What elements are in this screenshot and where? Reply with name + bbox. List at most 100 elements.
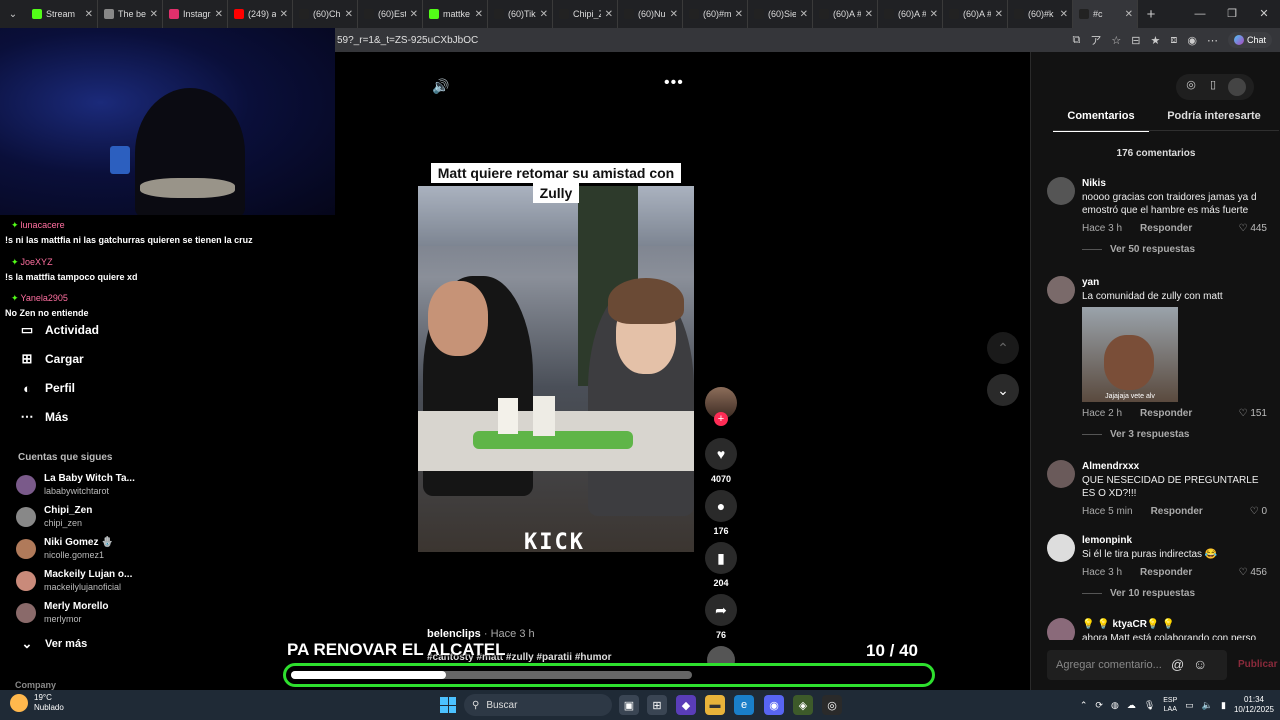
previous-video-button[interactable]: ⌃	[987, 332, 1019, 364]
tab-close-icon[interactable]: ✕	[1125, 9, 1133, 20]
tab-close-icon[interactable]: ✕	[930, 9, 938, 20]
tab-close-icon[interactable]: ✕	[800, 9, 808, 20]
tab-close-icon[interactable]: ✕	[475, 9, 483, 20]
follow-plus-icon[interactable]: +	[714, 412, 728, 426]
video-frame[interactable]	[418, 186, 694, 552]
minimize-icon[interactable]: —	[1184, 0, 1216, 28]
tab-close-icon[interactable]: ✕	[865, 9, 873, 20]
keyboard-language[interactable]: ESP LAA	[1163, 696, 1177, 714]
commenter-name[interactable]: 💡 💡 ktyaCR💡 💡	[1082, 618, 1267, 632]
browser-tab[interactable]: mattke ✕	[423, 0, 488, 28]
author-name[interactable]: belenclips	[427, 628, 481, 640]
browser-tab[interactable]: (249) a ✕	[228, 0, 293, 28]
sync-icon[interactable]: ⟳	[1095, 700, 1103, 711]
file-explorer-icon[interactable]: ▬	[705, 695, 725, 715]
split-screen-icon[interactable]: ⊟	[1131, 34, 1140, 47]
translate-icon[interactable]: ア	[1090, 32, 1101, 48]
clock[interactable]: 01:34 10/12/2025	[1234, 695, 1274, 715]
reply-button[interactable]: Responder	[1140, 567, 1192, 578]
commenter-name[interactable]: Nikis	[1082, 177, 1267, 191]
browser-tab[interactable]: (60)Tik ✕	[488, 0, 553, 28]
tab-close-icon[interactable]: ✕	[735, 9, 743, 20]
browser-tab[interactable]: (60)A # ✕	[943, 0, 1008, 28]
next-video-button[interactable]: ⌄	[987, 374, 1019, 406]
comment-like-button[interactable]: ♡ 0	[1250, 506, 1267, 517]
weather-widget[interactable]: 19°C Nublado	[10, 693, 64, 713]
collections-icon[interactable]: ⧈	[1170, 34, 1177, 47]
commenter-name[interactable]: yan	[1082, 276, 1267, 290]
comment-like-button[interactable]: ♡ 151	[1239, 408, 1267, 419]
copilot-chat-button[interactable]: Chat	[1227, 31, 1272, 49]
sidebar-item-more[interactable]: ⋯ Más	[18, 408, 69, 426]
browser-tab[interactable]: Instagra ✕	[163, 0, 228, 28]
favorites-icon[interactable]: ★	[1151, 34, 1161, 47]
cloud-icon[interactable]: ☁	[1127, 700, 1136, 711]
microphone-icon[interactable]: 🎙	[1144, 700, 1155, 711]
edge-tray-icon[interactable]: ◍	[1111, 700, 1119, 711]
tab-suggested[interactable]: Podría interesarte	[1149, 110, 1279, 132]
following-item[interactable]: Niki Gomez 🪬 nicolle.gomez1	[16, 537, 114, 561]
edge-browser-icon[interactable]: e	[734, 695, 754, 715]
tab-close-icon[interactable]: ✕	[995, 9, 1003, 20]
tab-list-dropdown-icon[interactable]: ⌄	[0, 0, 26, 28]
battery-icon[interactable]: ▮	[1221, 700, 1226, 711]
view-replies-button[interactable]: Ver 10 respuestas	[1082, 588, 1267, 599]
url-field[interactable]: 59?_r=1&_t=ZS-925uCXbJbOC	[335, 35, 1073, 46]
browser-tab[interactable]: (60)Nu ✕	[618, 0, 683, 28]
view-replies-button[interactable]: Ver 50 respuestas	[1082, 244, 1267, 255]
following-item[interactable]: Merly Morello merlymor	[16, 601, 108, 625]
volume-tray-icon[interactable]: 🔈	[1202, 700, 1213, 711]
sidebar-item-activity[interactable]: ▭ Actividad	[18, 321, 99, 339]
like-button[interactable]: ♥ 4070	[705, 438, 737, 484]
browser-tab[interactable]: (60)A # ✕	[813, 0, 878, 28]
tab-close-icon[interactable]: ✕	[345, 9, 353, 20]
open-in-app-icon[interactable]: ⧉	[1073, 34, 1081, 47]
tab-close-icon[interactable]: ✕	[215, 9, 223, 20]
tab-close-icon[interactable]: ✕	[150, 9, 158, 20]
tab-close-icon[interactable]: ✕	[605, 9, 613, 20]
tab-close-icon[interactable]: ✕	[85, 9, 93, 20]
browser-tab[interactable]: Chipi_Z ✕	[553, 0, 618, 28]
commenter-avatar[interactable]	[1047, 276, 1075, 304]
commenter-name[interactable]: lemonpink	[1082, 534, 1267, 548]
commenter-avatar[interactable]	[1047, 177, 1075, 205]
device-icon[interactable]: ▯	[1206, 78, 1220, 92]
obs-icon[interactable]: ◎	[822, 695, 842, 715]
publish-button[interactable]: Publicar	[1238, 659, 1277, 670]
windows-start-icon[interactable]	[440, 697, 456, 713]
browser-tab[interactable]: (60)#m ✕	[683, 0, 748, 28]
browser-tab[interactable]: The be ✕	[98, 0, 163, 28]
reply-button[interactable]: Responder	[1151, 506, 1203, 517]
game-app-icon[interactable]: ◈	[793, 695, 813, 715]
emoji-icon[interactable]: ☺	[1193, 656, 1207, 672]
volume-icon[interactable]: 🔊	[432, 78, 449, 95]
commenter-name[interactable]: Almendrxxx	[1082, 460, 1267, 474]
following-item[interactable]: Chipi_Zen chipi_zen	[16, 505, 92, 529]
sidebar-item-profile[interactable]: ◐ Perfil	[18, 379, 75, 397]
browser-tab[interactable]: (60)Sie ✕	[748, 0, 813, 28]
mention-icon[interactable]: @	[1171, 657, 1184, 672]
tab-close-icon[interactable]: ✕	[280, 9, 288, 20]
sidebar-item-upload[interactable]: ⊞ Cargar	[18, 350, 84, 368]
reply-button[interactable]: Responder	[1140, 408, 1192, 419]
view-replies-button[interactable]: Ver 3 respuestas	[1082, 429, 1267, 440]
user-avatar[interactable]	[1228, 78, 1246, 96]
commenter-avatar[interactable]	[1047, 534, 1075, 562]
see-more-button[interactable]: ⌄ Ver más	[18, 635, 88, 653]
new-tab-button[interactable]: +	[1138, 6, 1164, 23]
browser-tab[interactable]: (60)Est ✕	[358, 0, 423, 28]
save-button[interactable]: ▮ 204	[705, 542, 737, 588]
browser-tab[interactable]: (60)#k ✕	[1008, 0, 1073, 28]
network-icon[interactable]: ▭	[1185, 700, 1194, 711]
tab-close-icon[interactable]: ✕	[540, 9, 548, 20]
comment-image[interactable]: Jajajaja vete alv	[1082, 307, 1178, 402]
taskbar-search[interactable]: ⚲ Buscar	[464, 694, 612, 716]
discord-icon[interactable]: ◉	[764, 695, 784, 715]
company-link[interactable]: Company	[15, 680, 56, 690]
share-button[interactable]: ➦ 76	[705, 594, 737, 640]
reply-button[interactable]: Responder	[1140, 223, 1192, 234]
close-window-icon[interactable]: ✕	[1248, 0, 1280, 28]
browser-tab[interactable]: Stream ✕	[26, 0, 98, 28]
comment-like-button[interactable]: ♡ 456	[1239, 567, 1267, 578]
browser-tab[interactable]: #c ✕	[1073, 0, 1138, 28]
